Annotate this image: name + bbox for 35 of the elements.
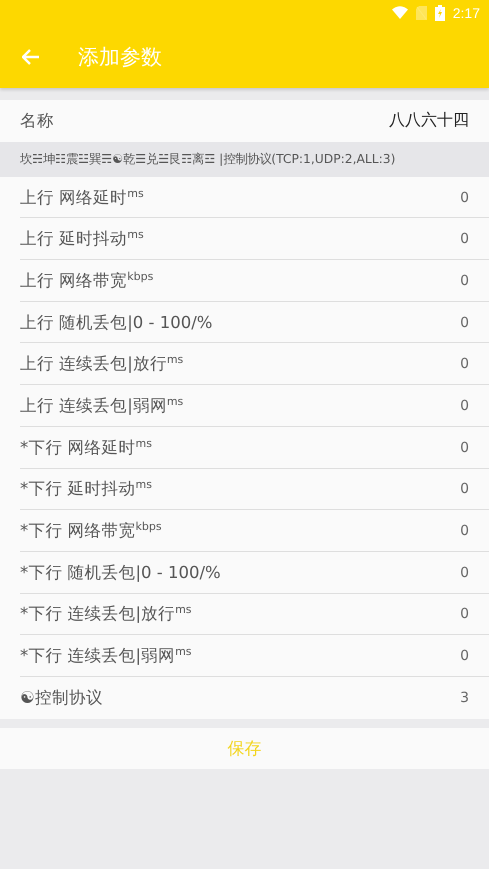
param-value[interactable]: 0 <box>460 272 469 289</box>
param-value[interactable]: 0 <box>460 481 469 498</box>
hint-text: 坎☵坤☷震☳巽☴☯乾☰兑☱艮☶离☲ |控制协议(TCP:1,UDP:2,ALL:3) <box>20 150 396 168</box>
param-label: 上行 延时抖动$^{ms}$ <box>20 228 144 250</box>
param-label: 上行 连续丢包|弱网$^{ms}$ <box>20 394 184 417</box>
param-label: *下行 随机丢包|0 - 100/% <box>20 562 221 584</box>
param-label: *下行 连续丢包|弱网$^{ms}$ <box>20 645 192 668</box>
param-label: *下行 连续丢包|放行$^{ms}$ <box>20 603 192 626</box>
param-value[interactable]: 0 <box>460 606 469 622</box>
param-value[interactable]: 0 <box>460 648 469 664</box>
param-value[interactable]: 0 <box>460 523 469 540</box>
field-label: 名称 <box>20 110 54 132</box>
param-value[interactable]: 0 <box>460 231 469 248</box>
param-value[interactable]: 0 <box>460 190 469 206</box>
param-label: *下行 网络延时$^{ms}$ <box>20 436 152 459</box>
screen-title: 添加参数 <box>78 44 162 70</box>
param-label: 上行 网络延时$^{ms}$ <box>20 186 144 209</box>
param-label: 上行 连续丢包|放行$^{ms}$ <box>20 353 184 376</box>
param-value[interactable]: 0 <box>460 398 469 414</box>
battery-charging-icon <box>434 4 445 20</box>
status-time: 2:17 <box>452 4 480 20</box>
name-value[interactable]: 八八六十四 <box>389 110 469 132</box>
param-value[interactable]: 0 <box>460 314 469 331</box>
wifi-icon <box>392 6 408 19</box>
param-value[interactable]: 0 <box>460 356 469 372</box>
param-value[interactable]: 0 <box>460 564 469 581</box>
param-label: *下行 网络带宽$^{kbps}$ <box>20 520 162 542</box>
param-label: 上行 网络带宽$^{kbps}$ <box>20 270 154 292</box>
param-value[interactable]: 3 <box>460 690 469 706</box>
param-value[interactable]: 0 <box>460 440 469 456</box>
back-arrow-icon <box>22 48 40 64</box>
param-label: *下行 延时抖动$^{ms}$ <box>20 478 152 500</box>
param-label: ☯控制协议 <box>20 686 103 709</box>
param-label: 上行 随机丢包|0 - 100/% <box>20 312 212 334</box>
no-sim-icon <box>416 6 427 20</box>
